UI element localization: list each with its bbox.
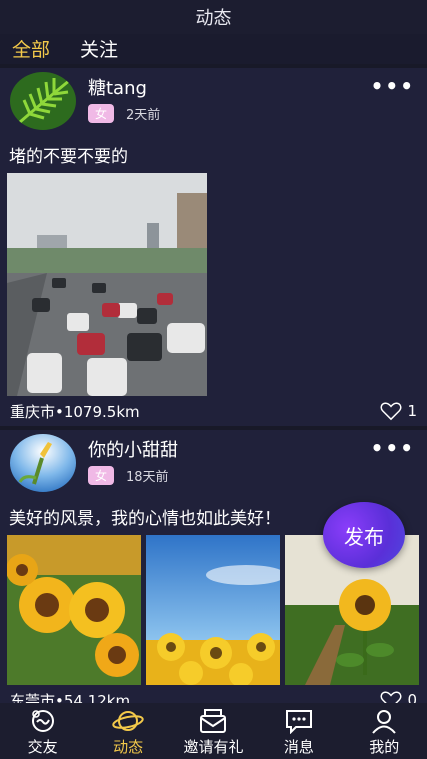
nav-item-feed[interactable]: 动态 [88,706,168,757]
feed-list[interactable]: 糖tang 女 2天前 ••• 堵的不要不要的 重庆市•1079.5km 1 你… [0,64,427,703]
post-image[interactable] [146,535,280,685]
nav-label: 我的 [369,738,400,756]
nav-item-profile[interactable]: 我的 [344,706,424,757]
like-count: 0 [407,691,417,703]
top-bar: 动态 [0,0,427,34]
planet-icon [112,706,144,736]
post-location: 重庆市•1079.5km [10,402,140,421]
feed-tabs: 全部 关注 [0,34,427,64]
invite-envelope-icon [198,706,228,736]
heart-icon [380,402,402,421]
like-button[interactable]: 1 [380,401,417,421]
post-text: 堵的不要不要的 [9,147,128,167]
like-button[interactable]: 0 [380,690,417,703]
nav-label: 邀请有礼 [183,738,244,756]
more-options-icon[interactable]: ••• [371,74,415,98]
nav-label: 交友 [27,738,58,756]
tab-all[interactable]: 全部 [12,35,50,64]
nav-label: 动态 [113,738,144,756]
publish-button[interactable]: 发布 [323,502,405,568]
like-count: 1 [407,402,417,420]
post-image[interactable] [7,173,207,396]
more-options-icon[interactable]: ••• [371,436,415,460]
friends-icon [28,706,58,736]
gender-badge: 女 [88,466,115,485]
post-image[interactable] [7,535,141,685]
profile-icon [369,706,399,736]
bottom-nav: 交友 动态 邀请有礼 消息 我的 [0,703,427,759]
nav-item-messages[interactable]: 消息 [259,706,339,757]
username[interactable]: 你的小甜甜 [88,436,178,462]
username[interactable]: 糖tang [88,74,160,100]
post-time: 2天前 [126,108,161,123]
post-location: 东莞市•54.12km [10,691,131,704]
avatar[interactable] [10,72,76,130]
post-time: 18天前 [126,470,169,485]
page-title: 动态 [195,8,232,29]
tab-following[interactable]: 关注 [80,35,118,64]
message-icon [284,706,314,736]
post-card[interactable]: 糖tang 女 2天前 ••• 堵的不要不要的 重庆市•1079.5km 1 [0,64,427,426]
heart-icon [380,691,402,703]
nav-item-friends[interactable]: 交友 [3,706,83,757]
nav-label: 消息 [283,738,314,756]
avatar[interactable] [10,434,76,492]
nav-item-invite[interactable]: 邀请有礼 [173,706,253,757]
gender-badge: 女 [88,104,115,123]
